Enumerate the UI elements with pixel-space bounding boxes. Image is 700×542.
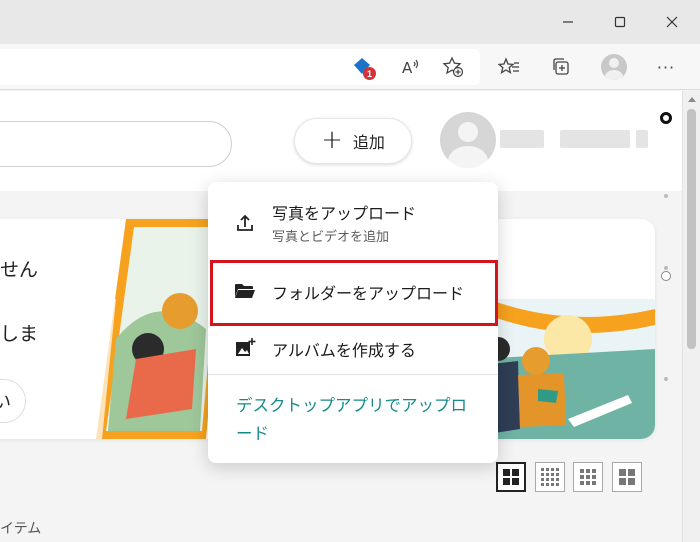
tiles-icon [619,469,635,485]
card-action-label: い [0,392,11,413]
profile-button[interactable] [598,51,630,83]
user-avatar[interactable] [440,112,496,168]
timeline-dot [664,377,668,381]
menu-divider [208,374,498,375]
timeline-dot [664,194,668,198]
maximize-icon [614,16,626,28]
timeline-marker[interactable] [661,271,671,281]
minimize-button[interactable] [544,0,592,44]
user-email-redacted [560,130,630,148]
user-name-redacted [500,130,544,148]
page-header: + 追加 [0,91,682,191]
medium-grid-icon [580,469,596,485]
notification-badge: 1 [363,67,376,80]
card-text-line-1: せん [0,259,39,281]
timeline-scrubber[interactable] [660,112,674,451]
svg-text:A: A [402,59,413,77]
items-count-label: イテム [0,521,42,537]
collections-button[interactable] [545,51,577,83]
view-tiles-button[interactable] [612,462,642,492]
menu-item-create-album[interactable]: アルバムを作成する [208,324,498,372]
view-small-grid-button[interactable] [535,462,565,492]
profile-icon [601,54,627,80]
highlight-box [210,260,498,326]
more-button[interactable]: ··· [650,51,682,83]
minimize-icon [563,21,573,23]
scrollbar-thumb[interactable] [687,109,696,349]
add-button[interactable]: + 追加 [294,118,412,164]
scroll-up-arrow-icon[interactable] [688,97,696,102]
favorites-button[interactable] [493,51,525,83]
add-button-label: 追加 [352,133,385,152]
card-text-line-2: しま [0,323,39,345]
extension-shield-button[interactable]: 1 [346,51,378,83]
menu-item-label: アルバムを作成する [272,341,416,360]
small-grid-icon [541,468,559,486]
card-action-button[interactable]: い [0,379,26,423]
menu-item-sublabel: 写真とビデオを追加 [272,230,390,245]
maximize-button[interactable] [596,0,644,44]
collections-icon [553,58,569,75]
timeline-current-marker[interactable] [660,112,672,124]
add-favorite-button[interactable] [437,51,469,83]
close-icon [666,16,678,28]
view-medium-grid-button[interactable] [573,462,603,492]
menu-item-label: 写真をアップロード [272,204,417,223]
film-illustration-right [478,299,655,439]
close-button[interactable] [648,0,696,44]
browser-toolbar: 1 A ··· [0,44,700,90]
plus-icon: + [321,124,343,155]
add-favorite-icon [442,56,464,78]
page-scrollbar[interactable] [682,91,700,542]
window-titlebar [0,0,700,44]
read-aloud-button[interactable]: A [395,51,427,83]
desktop-app-upload-link[interactable]: デスクトップアプリでアップロード [236,392,476,448]
upload-icon [234,212,256,234]
more-icon: ··· [656,57,676,77]
timeline-dot [664,266,668,270]
view-large-grid-button[interactable] [496,462,526,492]
user-extra-redacted [636,130,648,148]
search-input[interactable] [0,121,232,167]
menu-item-upload-photos[interactable]: 写真をアップロード 写真とビデオを追加 [208,182,498,258]
album-icon [234,337,256,359]
large-grid-icon [503,469,519,485]
favorites-icon [498,57,519,74]
read-aloud-icon: A [402,59,419,77]
